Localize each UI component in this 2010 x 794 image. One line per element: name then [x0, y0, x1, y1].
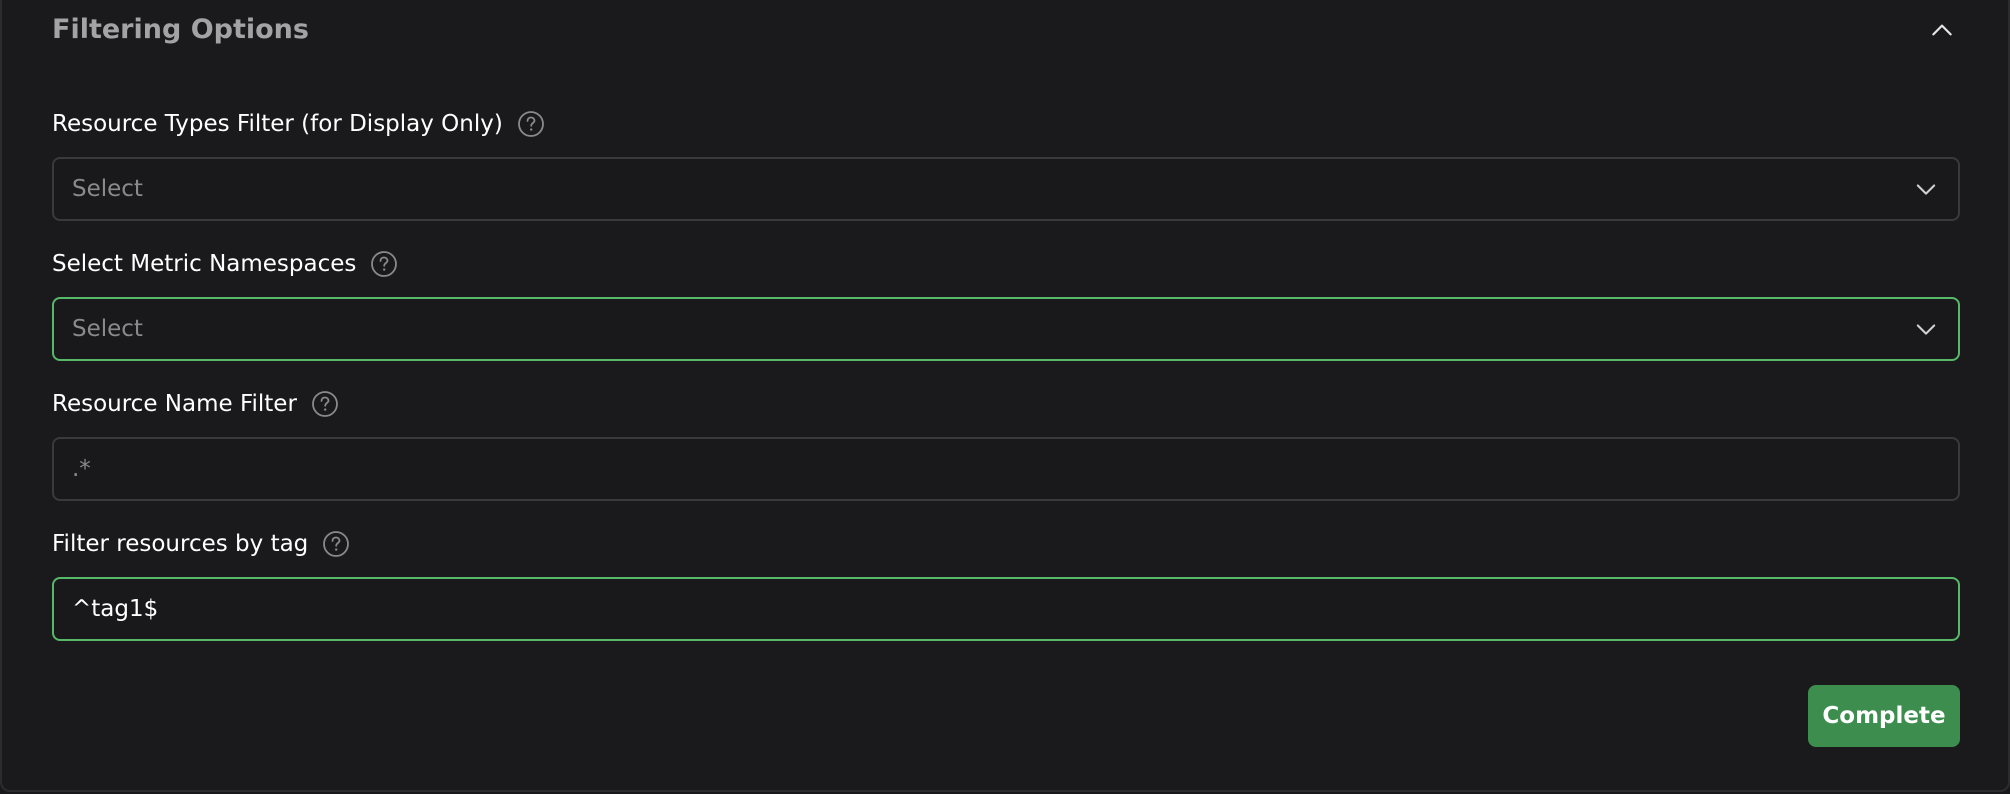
tag-filter-field: Filter resources by tag ^tag1$: [52, 527, 1960, 645]
metric-namespaces-select-placeholder: Select: [72, 316, 143, 342]
metric-namespaces-field: Select Metric Namespaces Select: [52, 247, 1960, 365]
filtering-options-panel: Filtering Options Resource Types Filter …: [0, 0, 2010, 792]
metric-namespaces-select[interactable]: Select: [52, 297, 1960, 361]
resource-name-input-placeholder: .*: [72, 456, 91, 482]
resource-name-filter-label: Resource Name Filter: [52, 391, 297, 417]
help-icon[interactable]: [311, 390, 339, 418]
resource-types-filter-field: Resource Types Filter (for Display Only)…: [52, 107, 1960, 225]
help-icon[interactable]: [517, 110, 545, 138]
panel-title: Filtering Options: [52, 14, 309, 45]
resource-types-select-placeholder: Select: [72, 176, 143, 202]
complete-button[interactable]: Complete: [1808, 685, 1960, 747]
tag-filter-label: Filter resources by tag: [52, 531, 309, 557]
resource-types-select[interactable]: Select: [52, 157, 1960, 221]
tag-filter-input[interactable]: ^tag1$: [52, 577, 1960, 641]
chevron-up-icon: [1932, 24, 1952, 36]
tag-filter-input-value: ^tag1$: [72, 596, 159, 622]
collapse-button[interactable]: [1924, 12, 1960, 48]
resource-types-filter-label: Resource Types Filter (for Display Only): [52, 111, 503, 137]
help-icon[interactable]: [322, 530, 350, 558]
chevron-down-icon: [1916, 324, 1936, 335]
panel-header[interactable]: Filtering Options: [52, 12, 1960, 48]
resource-name-input[interactable]: .*: [52, 437, 1960, 501]
resource-name-filter-field: Resource Name Filter .*: [52, 387, 1960, 505]
metric-namespaces-label: Select Metric Namespaces: [52, 251, 357, 277]
help-icon[interactable]: [370, 250, 398, 278]
chevron-down-icon: [1916, 184, 1936, 195]
